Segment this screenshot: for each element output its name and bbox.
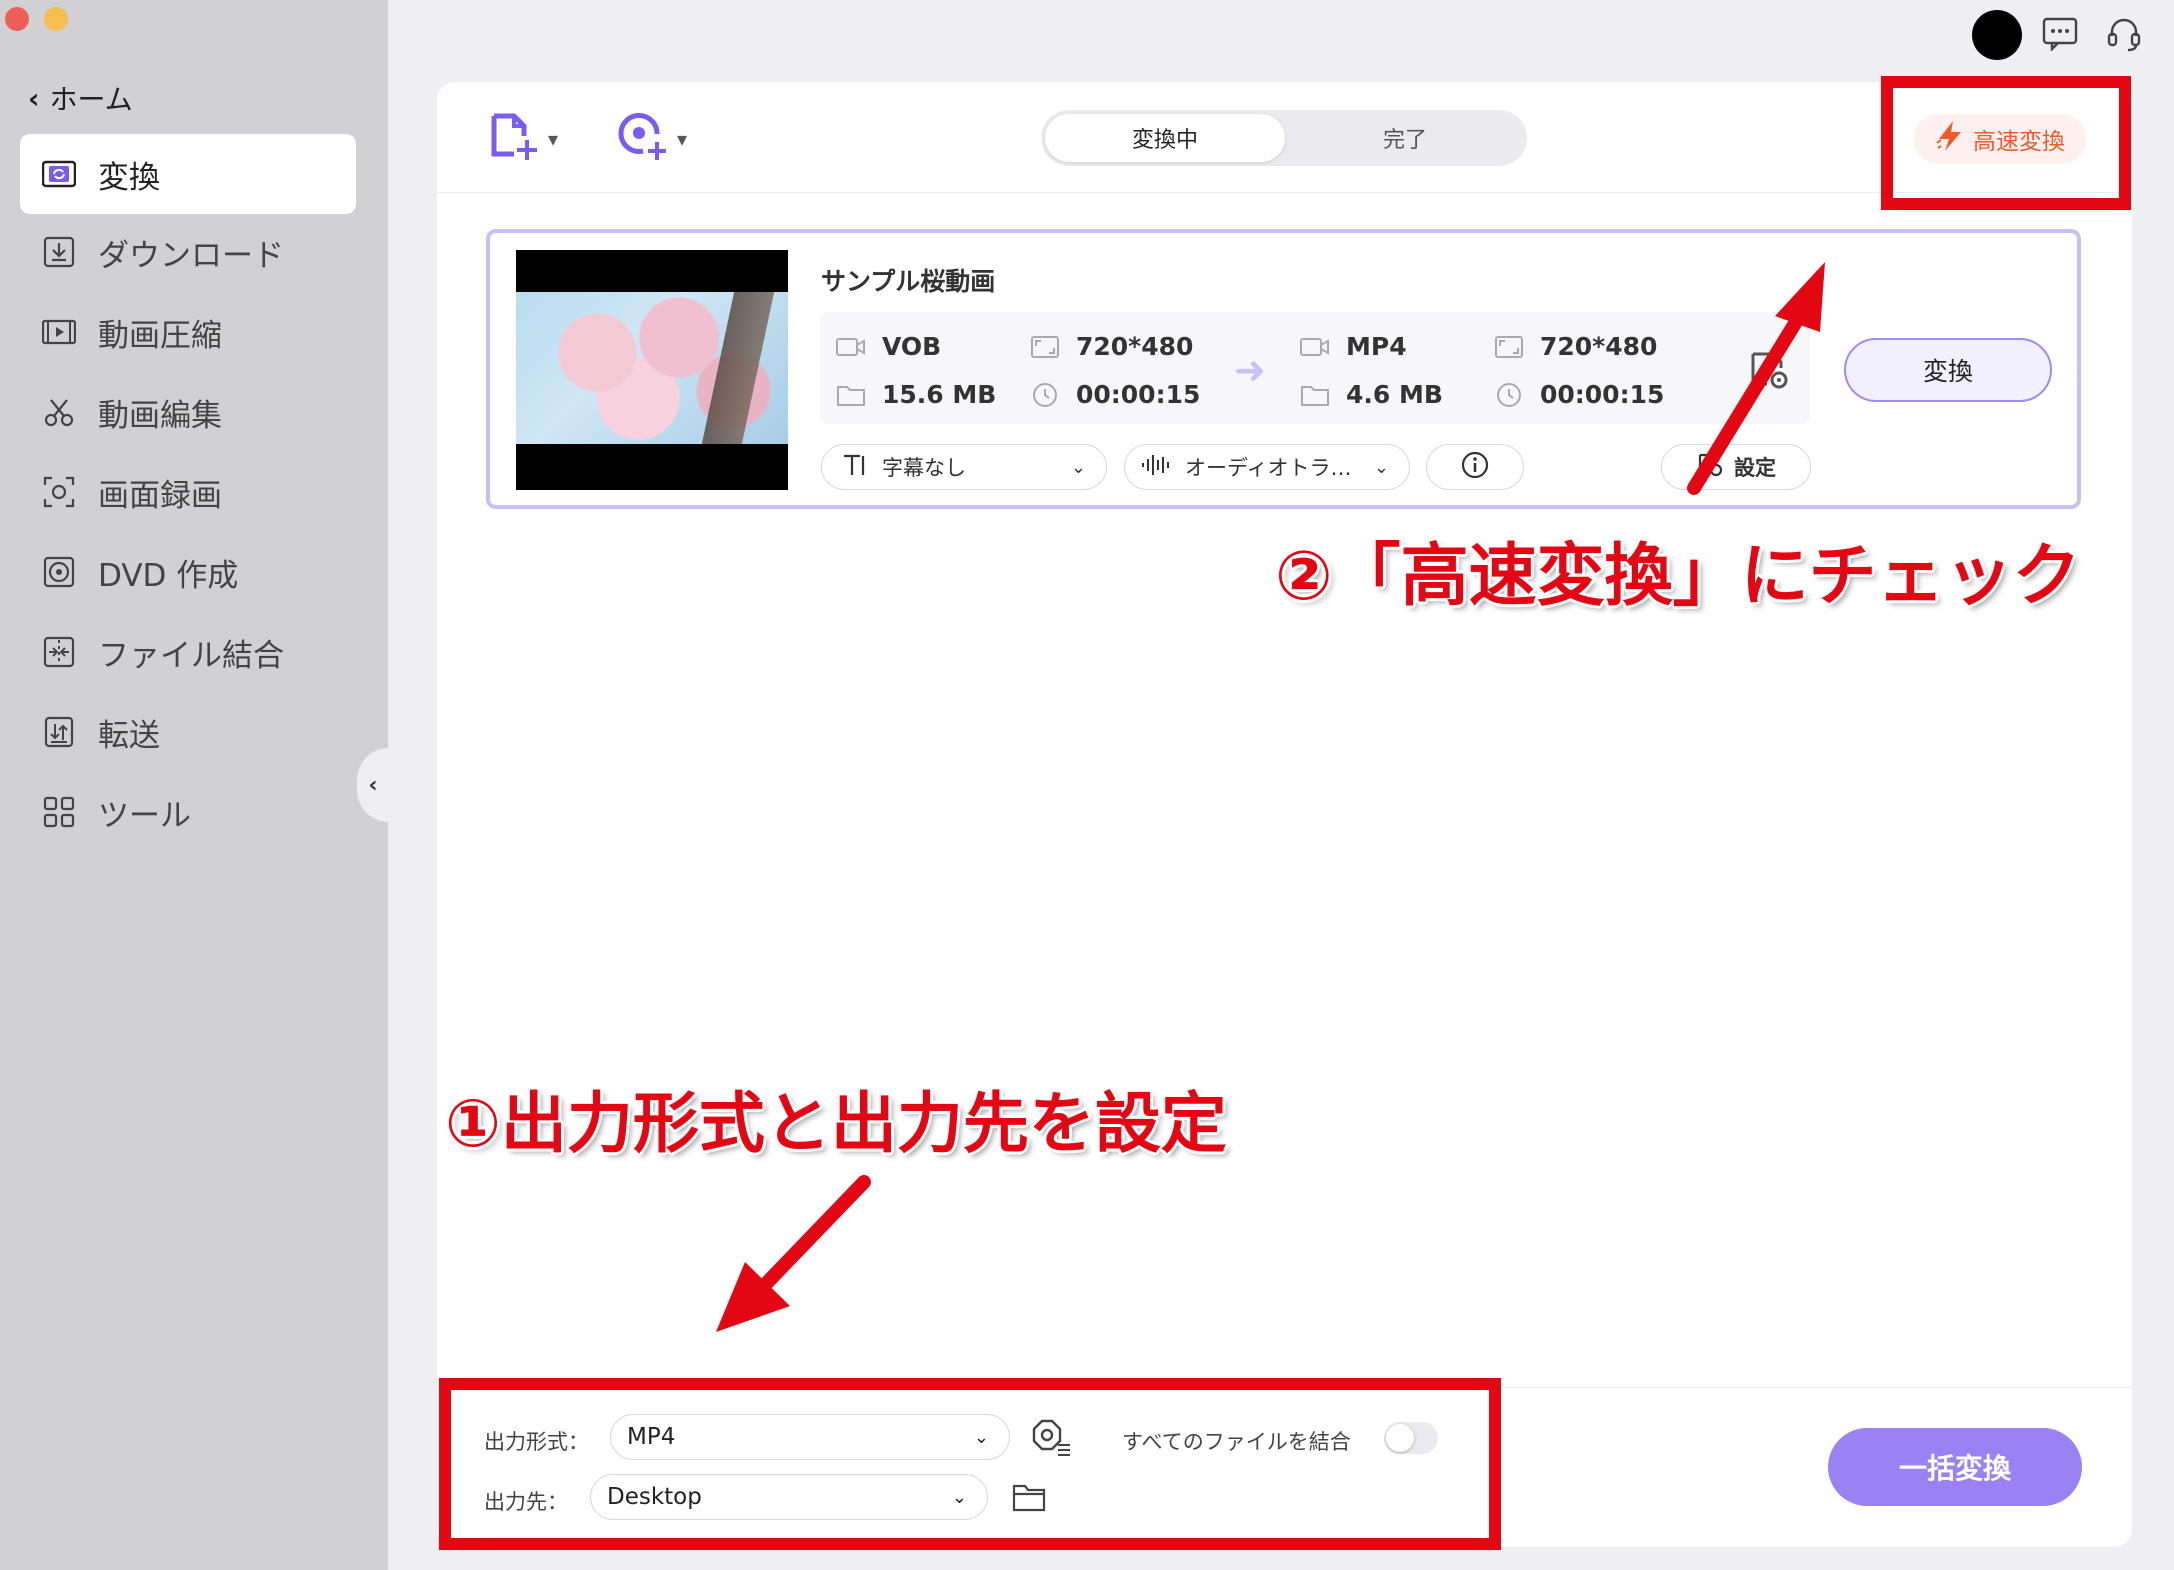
- annotation-arrow-up: [1687, 262, 1825, 495]
- annotation-arrow-down: [716, 1175, 871, 1332]
- annotation-arrows: [716, 262, 1825, 1332]
